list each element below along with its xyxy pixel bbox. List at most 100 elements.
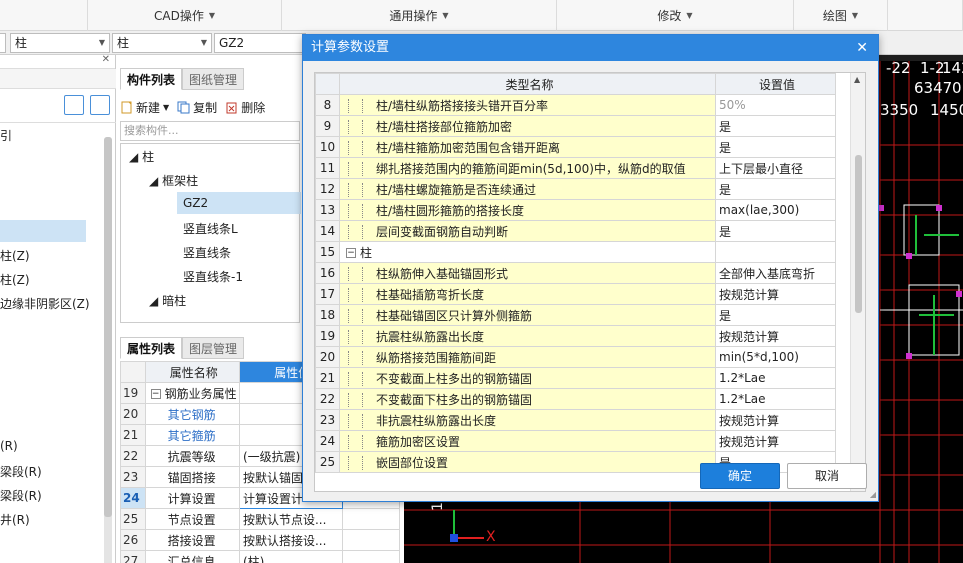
property-row[interactable]: 27 汇总信息 (柱) [120, 550, 401, 563]
settings-row[interactable]: 18 柱基础锚固区只计算外侧箍筋 是 [315, 304, 836, 326]
expand-icon[interactable]: ◢ [149, 174, 158, 188]
settings-row[interactable]: 22 不变截面下柱多出的钢筋锚固 1.2*Lae [315, 388, 836, 410]
left-panel-item[interactable]: 井(R) [0, 511, 30, 528]
settings-row[interactable]: 14 层间变截面钢筋自动判断 是 [315, 220, 836, 242]
property-row-value[interactable]: 按默认搭接设... [238, 529, 343, 551]
scroll-up-icon[interactable]: ▲ [854, 75, 860, 84]
property-row[interactable]: 26 搭接设置 按默认搭接设... [120, 529, 401, 551]
tab-component-list[interactable]: 构件列表 [120, 68, 183, 90]
settings-row[interactable]: 19 抗震柱纵筋露出长度 按规范计算 [315, 325, 836, 347]
tree-node-vertical-line-1[interactable]: 竖直线条-1 [183, 268, 243, 285]
settings-row[interactable]: 20 纵筋搭接范围箍筋间距 min(5*d,100) [315, 346, 836, 368]
ribbon-group[interactable] [0, 0, 88, 31]
left-panel-item[interactable]: 梁段(R) [0, 487, 42, 504]
left-panel-item[interactable]: 引 [0, 127, 12, 144]
ribbon-group[interactable]: 修改 ▼ [557, 0, 794, 31]
settings-row-value[interactable]: 上下层最小直径 [715, 157, 836, 179]
delete-button[interactable]: 删除 [225, 99, 265, 116]
settings-row[interactable]: 13 柱/墙柱圆形箍筋的搭接长度 max(lae,300) [315, 199, 836, 221]
settings-row[interactable]: 11 绑扎搭接范围内的箍筋间距min(5d,100)中，纵筋d的取值 上下层最小直径 [315, 157, 836, 179]
tree-node-hidden-column[interactable]: ◢ 暗柱 [149, 292, 186, 309]
tree-node-frame-column[interactable]: ◢ 框架柱 [149, 172, 198, 189]
settings-row-value[interactable]: 全部伸入基底弯折 [715, 262, 836, 284]
property-row-num: 20 [120, 403, 146, 425]
component-combo[interactable]: GZ2 [214, 33, 306, 53]
collapse-icon[interactable]: − [150, 389, 161, 399]
property-row-value[interactable]: (柱) [238, 550, 343, 563]
settings-row[interactable]: 10 柱/墙柱箍筋加密范围包含错开距离 是 [315, 136, 836, 158]
settings-row[interactable]: 21 不变截面上柱多出的钢筋锚固 1.2*Lae [315, 367, 836, 389]
close-icon[interactable]: ✕ [102, 54, 110, 65]
new-button[interactable]: 新建 ▼ [120, 99, 169, 116]
settings-row[interactable]: 12 柱/墙柱螺旋箍筋是否连续通过 是 [315, 178, 836, 200]
settings-row[interactable]: 16 柱纵筋伸入基础锚固形式 全部伸入基底弯折 [315, 262, 836, 284]
tab-layer-management[interactable]: 图层管理 [182, 337, 245, 359]
detail-view-button[interactable] [90, 95, 110, 115]
property-row-value[interactable]: 按默认节点设... [238, 508, 343, 530]
settings-row-value[interactable]: 1.2*Lae [715, 388, 836, 410]
component-search-input[interactable]: 搜索构件... [120, 121, 300, 141]
left-panel-item[interactable]: 梁段(R) [0, 463, 42, 480]
settings-row-value[interactable]: 是 [715, 178, 836, 200]
settings-row[interactable]: 8 柱/墙柱纵筋搭接接头错开百分率 50% [315, 94, 836, 116]
list-view-button[interactable] [64, 95, 84, 115]
settings-row[interactable]: 24 箍筋加密区设置 按规范计算 [315, 430, 836, 452]
settings-row-value[interactable]: 按规范计算 [715, 409, 836, 431]
settings-row[interactable]: 23 非抗震柱纵筋露出长度 按规范计算 [315, 409, 836, 431]
settings-row-name: 抗震柱纵筋露出长度 [339, 325, 716, 347]
settings-row-value[interactable]: 按规范计算 [715, 325, 836, 347]
left-panel-header: ✕ [0, 54, 115, 69]
settings-row-value[interactable]: 是 [715, 304, 836, 326]
grid-header-value: 设置值 [715, 73, 836, 95]
close-icon[interactable]: ✕ [856, 35, 868, 61]
type-combo[interactable]: 柱 ▼ [10, 33, 110, 53]
ribbon-group-label: 绘图 [822, 9, 847, 23]
cancel-button[interactable]: 取消 [787, 463, 867, 489]
floor-combo[interactable] [0, 33, 6, 53]
scrollbar-thumb[interactable] [855, 155, 862, 313]
property-row-extra [341, 508, 401, 530]
ribbon-group[interactable]: 绘图 ▼ [794, 0, 888, 31]
grid-scrollbar[interactable]: ▲ ▼ [850, 73, 865, 491]
settings-row-value[interactable]: max(lae,300) [715, 199, 836, 221]
left-panel-item[interactable]: (R) [0, 439, 18, 453]
tree-node-gz2[interactable]: GZ2 [183, 196, 208, 210]
settings-row[interactable]: 17 柱基础插筋弯折长度 按规范计算 [315, 283, 836, 305]
settings-row-value[interactable]: 50% [715, 94, 836, 116]
tree-node-vertical-line[interactable]: 竖直线条 [183, 244, 231, 261]
settings-name: 不变截面上柱多出的钢筋锚固 [376, 371, 533, 386]
settings-row-value[interactable]: 按规范计算 [715, 283, 836, 305]
settings-row-value[interactable]: 是 [715, 136, 836, 158]
tree-node-vertical-line-l[interactable]: 竖直线条L [183, 220, 238, 237]
scrollbar-thumb[interactable] [104, 137, 112, 517]
subtype-combo-value: 柱 [117, 36, 130, 50]
tree-node-column[interactable]: ◢ 柱 [129, 148, 154, 165]
settings-row[interactable]: 9 柱/墙柱搭接部位箍筋加密 是 [315, 115, 836, 137]
subtype-combo[interactable]: 柱 ▼ [112, 33, 212, 53]
property-row[interactable]: 25 节点设置 按默认节点设... [120, 508, 401, 530]
left-panel-item[interactable]: 边缘非阴影区(Z) [0, 295, 90, 312]
ok-button[interactable]: 确定 [700, 463, 780, 489]
ribbon-group-label: 通用操作 [389, 9, 438, 23]
settings-row-value[interactable]: min(5*d,100) [715, 346, 836, 368]
settings-row-value[interactable]: 是 [715, 220, 836, 242]
settings-row-value[interactable]: 1.2*Lae [715, 367, 836, 389]
left-panel-item[interactable]: 柱(Z) [0, 247, 30, 264]
tab-drawing-management[interactable]: 图纸管理 [182, 68, 245, 90]
ribbon-group[interactable] [888, 0, 963, 31]
settings-row-value[interactable]: 按规范计算 [715, 430, 836, 452]
settings-row-value[interactable] [715, 241, 836, 263]
left-panel-scrollbar[interactable] [104, 137, 112, 563]
settings-row-value[interactable]: 是 [715, 115, 836, 137]
dialog-title-bar[interactable]: 计算参数设置 ✕ [303, 35, 878, 61]
expand-icon[interactable]: ◢ [149, 294, 158, 308]
resize-grip-icon[interactable]: ◢ [870, 490, 876, 499]
tab-property-list[interactable]: 属性列表 [120, 337, 183, 359]
expand-icon[interactable]: ◢ [129, 150, 138, 164]
settings-row[interactable]: 15− 柱 [315, 241, 836, 263]
copy-button[interactable]: 复制 [177, 99, 217, 116]
ribbon-group[interactable]: CAD操作 ▼ [88, 0, 282, 31]
ribbon-group[interactable]: 通用操作 ▼ [282, 0, 557, 31]
left-panel-item[interactable]: 柱(Z) [0, 271, 30, 288]
collapse-icon[interactable]: − [346, 248, 356, 258]
